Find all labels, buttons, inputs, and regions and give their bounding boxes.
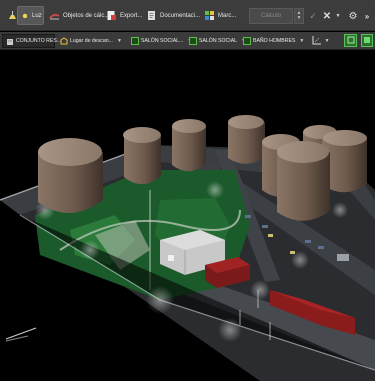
dimension-dropdown[interactable]: ▼ bbox=[323, 34, 331, 48]
light-tab-button[interactable]: Luz bbox=[17, 6, 44, 25]
breadcrumb-label: SALÓN SOCIAL... bbox=[141, 38, 184, 44]
chevron-down-icon: ▼ bbox=[116, 38, 122, 44]
dimension-icon bbox=[312, 35, 322, 47]
close-icon: ✕ bbox=[322, 10, 332, 22]
room-icon bbox=[60, 37, 68, 45]
grid-marker-icon bbox=[204, 10, 215, 21]
view-toggle-button[interactable] bbox=[344, 34, 357, 47]
light-label: Luz bbox=[32, 12, 42, 19]
tower-2 bbox=[123, 127, 161, 185]
floor-icon bbox=[131, 37, 139, 45]
options-dropdown[interactable]: ▼ bbox=[333, 8, 343, 24]
chevron-down-icon: ▼ bbox=[324, 38, 330, 44]
export-icon bbox=[106, 10, 117, 21]
building-icon bbox=[6, 37, 14, 45]
breadcrumb-label: SALÓN SOCIAL bbox=[199, 38, 238, 44]
tower-8 bbox=[277, 141, 330, 221]
breadcrumb-item-lugar[interactable]: Lugar de descan... ▼ bbox=[57, 34, 125, 48]
main-toolbar: Luz Objetos de cálc... Export... Documen… bbox=[0, 0, 375, 31]
breadcrumb: CONJUNTO RES... Lugar de descan... ▼ SAL… bbox=[0, 32, 375, 50]
breadcrumb-item-conjunto[interactable]: CONJUNTO RES... bbox=[2, 34, 61, 48]
breadcrumb-item-bano[interactable]: BAÑO HOMBRES ▼ bbox=[240, 34, 307, 48]
chevron-down-icon: ▼ bbox=[299, 38, 305, 44]
fill-toggle-button[interactable] bbox=[361, 34, 373, 47]
breadcrumb-label: BAÑO HOMBRES bbox=[253, 38, 296, 44]
square-fill-icon bbox=[363, 36, 371, 46]
breadcrumb-label: Lugar de descan... bbox=[70, 38, 113, 44]
3d-viewport[interactable] bbox=[0, 50, 375, 381]
vehicle bbox=[337, 254, 349, 261]
document-icon bbox=[146, 10, 157, 21]
floor-icon bbox=[243, 37, 251, 45]
3d-scene bbox=[0, 115, 375, 381]
tower-4 bbox=[228, 115, 265, 164]
check-icon: ✓ bbox=[309, 10, 317, 21]
settings-button[interactable]: ⚙ bbox=[346, 8, 360, 24]
confirm-button[interactable]: ✓ bbox=[306, 8, 320, 24]
export-button[interactable]: Export... bbox=[103, 6, 145, 25]
breadcrumb-label: CONJUNTO RES... bbox=[16, 38, 62, 44]
gear-icon: ⚙ bbox=[348, 10, 358, 22]
frame-icon bbox=[347, 36, 355, 46]
spin-down-icon: ▼ bbox=[296, 15, 302, 21]
floor-icon bbox=[189, 37, 197, 45]
axis-gizmo-icon bbox=[5, 327, 37, 342]
cancel-button[interactable]: ✕ bbox=[320, 8, 334, 24]
tower-3 bbox=[172, 119, 206, 172]
calculation-input[interactable]: Cálculo bbox=[249, 8, 293, 24]
calculation-spinner[interactable]: ▲ ▼ bbox=[294, 8, 304, 24]
export-label: Export... bbox=[120, 12, 143, 19]
chevron-right-icon: » bbox=[364, 11, 370, 21]
documentation-button[interactable]: Documentaci... bbox=[143, 6, 203, 25]
tower-1 bbox=[38, 138, 103, 214]
dimension-tool-button[interactable] bbox=[310, 34, 324, 48]
documentation-label: Documentaci... bbox=[160, 12, 201, 19]
sun-icon bbox=[21, 12, 29, 20]
overflow-button[interactable]: » bbox=[361, 8, 373, 24]
marc-button[interactable]: Marc... bbox=[201, 6, 239, 25]
chevron-down-icon: ▼ bbox=[335, 13, 341, 19]
calc-objects-icon bbox=[49, 10, 60, 21]
marc-label: Marc... bbox=[218, 12, 237, 19]
